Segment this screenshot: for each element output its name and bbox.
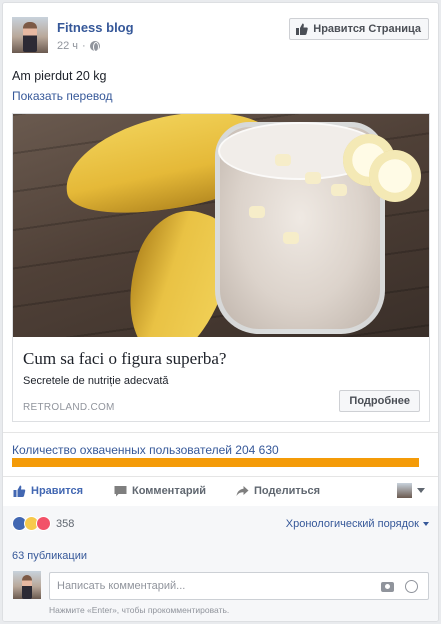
page-avatar[interactable] (12, 17, 48, 53)
action-bar: Нравится Комментарий Поделиться (3, 478, 438, 506)
comment-order-label: Хронологический порядок (285, 518, 419, 530)
post-time[interactable]: 22 ч (57, 40, 78, 52)
like-button[interactable]: Нравится (13, 485, 83, 497)
reach-progress-bar (12, 458, 419, 467)
commenter-avatar (13, 571, 41, 599)
thumbs-up-icon (13, 485, 26, 497)
link-preview[interactable]: Cum sa faci o figura superba? Secretele … (12, 113, 430, 422)
banana-slice (369, 150, 421, 202)
comment-order-dropdown[interactable]: Хронологический порядок (286, 518, 429, 530)
comments-section: 358 Хронологический порядок 63 публикаци… (3, 506, 438, 621)
comment-icon (114, 486, 127, 497)
chevron-down-icon[interactable] (417, 488, 425, 493)
comment-input[interactable] (49, 572, 429, 600)
post-meta: 22 ч · (57, 40, 100, 52)
like-page-button[interactable]: Нравится Страница (289, 18, 429, 40)
post-as-avatar[interactable] (397, 483, 412, 498)
reach-label[interactable]: Количество охваченных пользователей 204 … (12, 443, 279, 457)
post-header: Fitness blog 22 ч · Нравится Страница (12, 17, 429, 57)
link-description: Secretele de nutriție adecvată (23, 375, 169, 387)
learn-more-button[interactable]: Подробнее (339, 390, 420, 412)
comment-label: Комментарий (132, 485, 207, 497)
emoji-icon[interactable] (405, 580, 418, 593)
reach-progress-fill (12, 458, 419, 467)
shares-count-link[interactable]: 63 публикации (12, 550, 87, 562)
like-page-label: Нравится Страница (313, 23, 421, 35)
link-domain: RETROLAND.COM (23, 402, 115, 413)
reactions-summary[interactable]: 358 (12, 516, 74, 531)
banana-chunk (249, 206, 265, 218)
link-preview-image[interactable] (13, 114, 429, 337)
show-translation-link[interactable]: Показать перевод (12, 89, 113, 103)
banana-chunk (275, 154, 291, 166)
comment-button[interactable]: Комментарий (114, 485, 206, 497)
share-arrow-icon (236, 486, 249, 496)
divider (3, 432, 438, 433)
like-label: Нравится (31, 485, 84, 497)
post-card: Fitness blog 22 ч · Нравится Страница Am… (2, 2, 439, 622)
camera-icon[interactable] (381, 582, 394, 592)
reactions-count: 358 (56, 517, 75, 530)
share-label: Поделиться (254, 485, 321, 497)
chevron-down-icon (423, 522, 429, 526)
love-reaction-icon (36, 516, 51, 531)
divider (3, 476, 438, 477)
link-title[interactable]: Cum sa faci o figura superba? (23, 349, 226, 369)
thumbs-up-icon (296, 23, 309, 35)
banana-chunk (305, 172, 321, 184)
globe-icon (89, 41, 100, 52)
share-button[interactable]: Поделиться (236, 485, 320, 497)
page-name-link[interactable]: Fitness blog (57, 20, 134, 35)
banana-chunk (331, 184, 347, 196)
banana-chunk (283, 232, 299, 244)
separator-dot: · (82, 40, 86, 52)
comment-hint: Нажмите «Enter», чтобы прокомментировать… (49, 605, 230, 615)
post-text: Am pierdut 20 kg (12, 69, 107, 83)
